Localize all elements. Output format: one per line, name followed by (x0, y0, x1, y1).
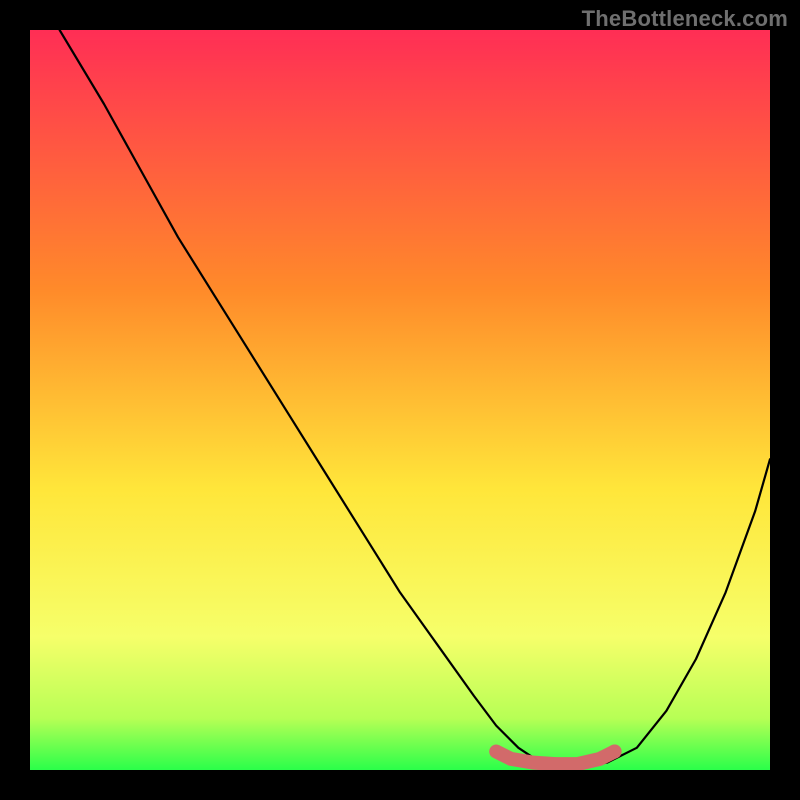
bottleneck-curve-path (60, 30, 770, 766)
chart-container: TheBottleneck.com (0, 0, 800, 800)
plot-area (30, 30, 770, 770)
watermark-text: TheBottleneck.com (582, 6, 788, 32)
minimum-marker-path (496, 752, 614, 765)
curve-layer (30, 30, 770, 770)
minimum-marker-end-dot (608, 745, 622, 759)
